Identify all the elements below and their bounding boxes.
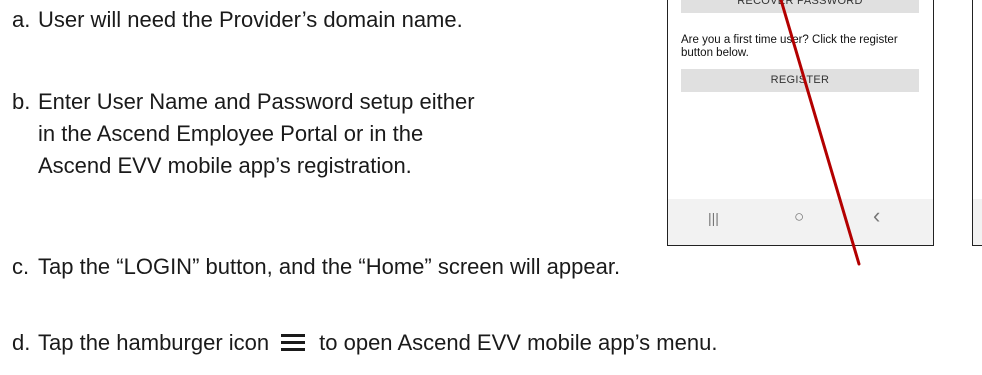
first-time-user-text: Are you a first time user? Click the reg… [681,34,898,59]
phone-screenshot: RECOVER PASSWORD Are you a first time us… [667,0,934,246]
android-nav-bar [973,199,982,245]
step-text: Tap the “LOGIN” button, and the “Home” s… [38,254,621,279]
recover-password-button[interactable]: RECOVER PASSWORD [681,0,919,13]
step-text: User will need the Provider’s domain nam… [38,7,463,32]
step-marker: d. [12,330,31,355]
hamburger-icon [281,334,306,351]
step-text-line: Ascend EVV mobile app’s registration. [38,153,412,178]
step-a: a. User will need the Provider’s domain n… [12,4,463,36]
step-b: b. Enter User Name and Password setup eit… [12,86,475,118]
home-icon[interactable]: ○ [794,207,804,227]
step-text: to open Ascend EVV mobile app’s menu. [319,330,718,355]
step-marker: b. [12,89,31,114]
step-marker: c. [12,254,30,279]
recents-icon[interactable]: ||| [708,210,719,226]
step-text: Tap the hamburger icon [38,330,270,355]
phone-screenshot-2 [972,0,982,246]
step-text-line: Enter User Name and Password setup eithe… [38,89,475,114]
step-text-line: in the Ascend Employee Portal or in the [38,121,424,146]
back-icon[interactable]: ‹ [873,203,880,229]
android-nav-bar: ||| ○ ‹ [668,199,933,245]
register-button[interactable]: REGISTER [681,69,919,92]
step-c: c. Tap the “LOGIN” button, and the “Home”… [12,251,620,283]
step-marker: a. [12,7,31,32]
step-d: d. Tap the hamburger icon to open Ascend E… [12,327,717,359]
